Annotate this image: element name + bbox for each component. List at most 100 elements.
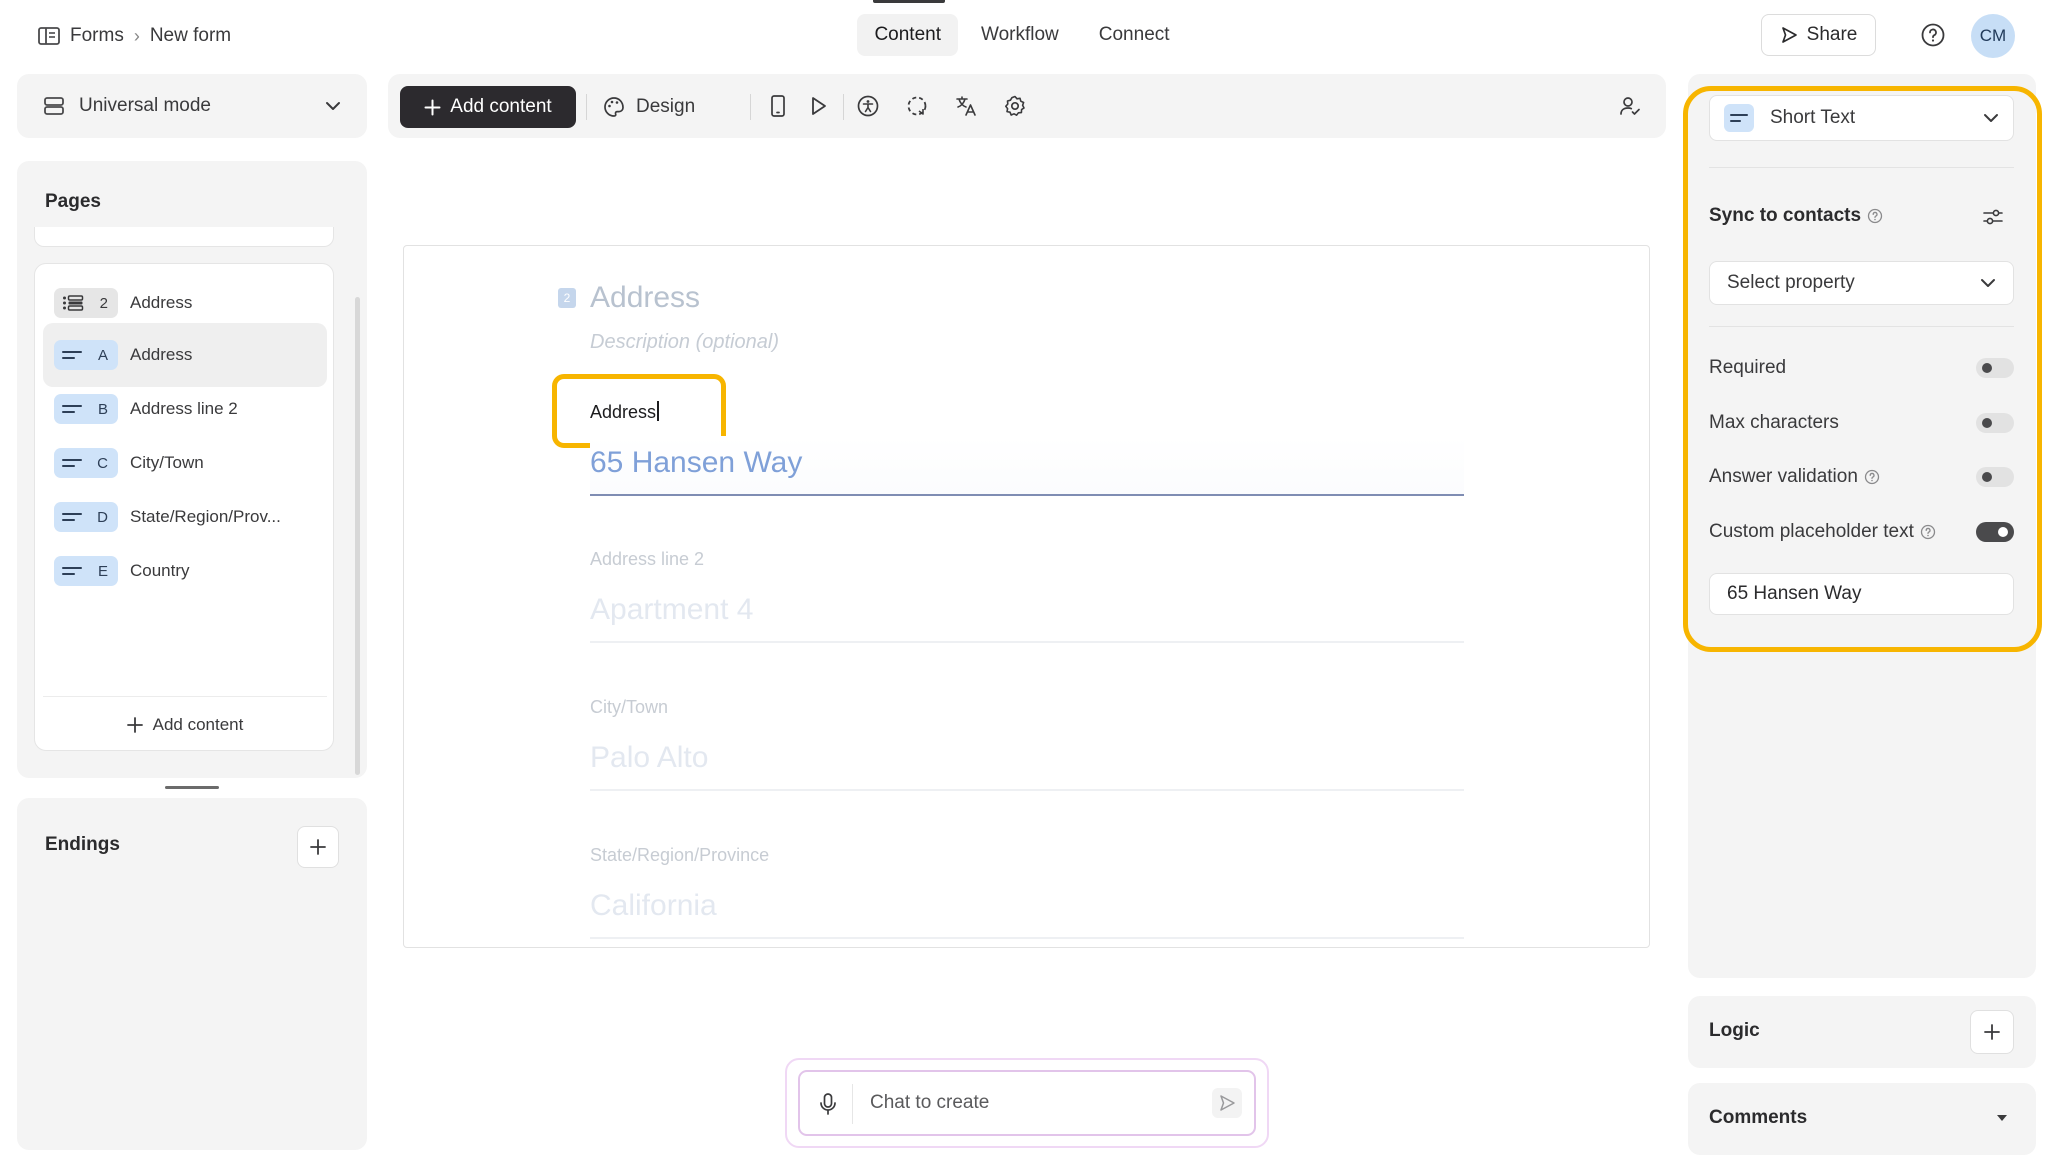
- translate-icon[interactable]: [954, 94, 978, 118]
- page-item-label: Address: [130, 293, 193, 312]
- required-toggle[interactable]: [1976, 358, 2014, 378]
- forms-icon: [38, 27, 60, 45]
- setting-max-characters: Max characters: [1709, 408, 2014, 438]
- toolbar-divider: [843, 94, 844, 120]
- field-input-address[interactable]: 65 Hansen Way: [590, 436, 1464, 496]
- help-icon[interactable]: [1920, 22, 1946, 48]
- group-badge: 2: [54, 288, 118, 318]
- short-text-badge: C: [54, 448, 118, 478]
- add-content-label: Add content: [450, 96, 552, 117]
- tab-connect[interactable]: Connect: [1082, 14, 1187, 56]
- question-title[interactable]: Address: [590, 281, 700, 315]
- placeholder-value: 65 Hansen Way: [1727, 583, 1862, 604]
- badge-letter: C: [97, 454, 108, 472]
- page-item-country[interactable]: E Country: [43, 539, 327, 603]
- editor-toolbar: Add content Design: [388, 74, 1666, 138]
- page-card: 2 Address A Address B Address line 2 C C…: [34, 263, 334, 751]
- badge-letter: 2: [99, 294, 108, 312]
- custom-placeholder-input[interactable]: 65 Hansen Way: [1709, 573, 2014, 615]
- help-icon[interactable]: [1864, 469, 1880, 485]
- top-tabs: Content Workflow Connect: [0, 14, 2048, 56]
- page-item-label: State/Region/Prov...: [130, 507, 281, 526]
- tab-workflow[interactable]: Workflow: [964, 14, 1076, 56]
- pages-title: Pages: [45, 191, 101, 212]
- divider: [1709, 326, 2014, 327]
- field-placeholder: California: [590, 889, 717, 922]
- short-text-badge: A: [54, 340, 118, 370]
- logic-panel: Logic: [1688, 996, 2036, 1068]
- resize-handle[interactable]: [165, 786, 219, 789]
- pages-scrollbar[interactable]: [355, 297, 360, 775]
- breadcrumb-current[interactable]: New form: [150, 25, 231, 47]
- badge-letter: A: [97, 346, 108, 364]
- layout-icon: [43, 96, 65, 116]
- add-logic-button[interactable]: [1970, 1010, 2014, 1054]
- question-number: 2: [558, 288, 576, 308]
- question-description[interactable]: Description (optional): [590, 331, 779, 354]
- field-label-address-line-2[interactable]: Address line 2: [590, 549, 704, 570]
- text-cursor: [657, 401, 659, 421]
- share-button[interactable]: Share: [1761, 14, 1876, 56]
- add-content-link[interactable]: Add content: [35, 700, 335, 750]
- form-canvas: 2 Address Description (optional) Address…: [403, 245, 1650, 948]
- design-label: Design: [636, 96, 696, 117]
- short-text-badge: D: [54, 502, 118, 532]
- accessibility-icon[interactable]: [856, 94, 880, 118]
- microphone-icon[interactable]: [818, 1092, 838, 1116]
- custom-placeholder-toggle[interactable]: [1976, 522, 2014, 542]
- badge-letter: D: [97, 508, 108, 526]
- plus-icon: [309, 838, 327, 856]
- question-type-select[interactable]: Short Text: [1709, 95, 2014, 141]
- short-text-icon: [1724, 104, 1754, 132]
- setting-answer-validation: Answer validation: [1709, 462, 2014, 492]
- chat-box: Chat to create: [785, 1058, 1269, 1148]
- caret-down-icon[interactable]: [1995, 1113, 2009, 1123]
- breadcrumb-root[interactable]: Forms: [70, 25, 124, 47]
- user-check-icon[interactable]: [1618, 94, 1642, 118]
- setting-label: Answer validation: [1709, 466, 1858, 487]
- field-placeholder: Apartment 4: [590, 593, 754, 626]
- field-input-address-line-2[interactable]: Apartment 4: [590, 583, 1464, 643]
- badge-letter: B: [97, 400, 108, 418]
- field-label-state-region[interactable]: State/Region/Province: [590, 845, 769, 866]
- field-placeholder: Palo Alto: [590, 741, 709, 774]
- tab-content[interactable]: Content: [857, 14, 958, 56]
- field-label-address[interactable]: Address: [590, 401, 659, 423]
- short-text-badge: B: [54, 394, 118, 424]
- short-text-icon: [62, 349, 82, 361]
- select-property-dropdown[interactable]: Select property: [1709, 261, 2014, 305]
- page-item-label: City/Town: [130, 453, 204, 472]
- palette-icon: [602, 95, 626, 119]
- settings-icon[interactable]: [1003, 94, 1027, 118]
- add-ending-button[interactable]: [297, 826, 339, 868]
- play-icon[interactable]: [806, 94, 830, 118]
- add-content-button[interactable]: Add content: [400, 86, 576, 128]
- dashed-circle-icon[interactable]: [905, 94, 929, 118]
- field-label-text: Address: [590, 402, 657, 422]
- sync-title-text: Sync to contacts: [1709, 205, 1862, 226]
- design-button[interactable]: Design: [602, 86, 695, 128]
- setting-label: Required: [1709, 357, 1787, 378]
- field-input-city-town[interactable]: Palo Alto: [590, 731, 1464, 791]
- chevron-down-icon: [1980, 278, 1996, 288]
- help-icon[interactable]: [1920, 524, 1936, 540]
- pages-panel: Pages 2 Address A Address B Address line…: [17, 161, 367, 778]
- avatar[interactable]: CM: [1971, 14, 2015, 58]
- comments-panel[interactable]: Comments: [1688, 1083, 2036, 1155]
- field-placeholder: 65 Hansen Way: [590, 446, 803, 479]
- max-characters-toggle[interactable]: [1976, 413, 2014, 433]
- help-icon[interactable]: [1867, 208, 1883, 224]
- field-label-city-town[interactable]: City/Town: [590, 697, 668, 718]
- send-button[interactable]: [1212, 1088, 1242, 1118]
- plus-icon: [126, 717, 143, 733]
- mode-selector[interactable]: Universal mode: [17, 74, 367, 138]
- chat-input[interactable]: Chat to create: [870, 1092, 989, 1114]
- mobile-preview-icon[interactable]: [769, 94, 787, 118]
- answer-validation-toggle[interactable]: [1976, 467, 2014, 487]
- badge-letter: E: [97, 562, 108, 580]
- select-property-label: Select property: [1727, 272, 1855, 293]
- field-input-state-region[interactable]: California: [590, 879, 1464, 939]
- previous-page-card[interactable]: [34, 227, 334, 247]
- plus-icon: [1983, 1023, 2001, 1041]
- sliders-icon[interactable]: [1981, 205, 2005, 229]
